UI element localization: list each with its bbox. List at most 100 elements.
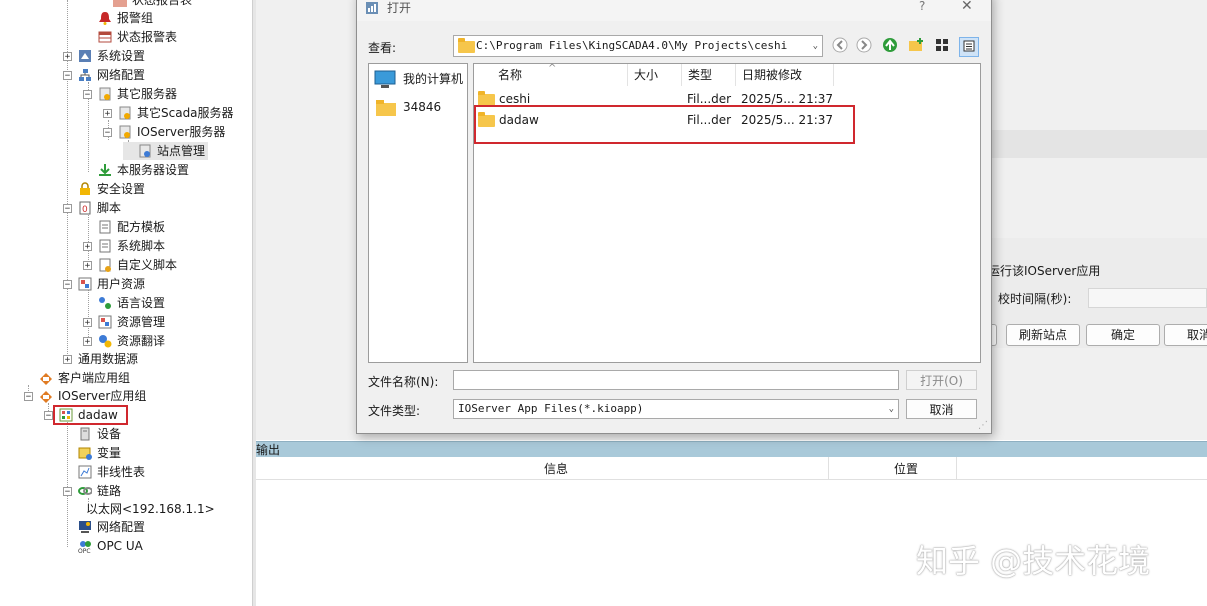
col-position[interactable]: 位置 — [894, 460, 918, 477]
expand-toggle[interactable]: + — [83, 336, 92, 346]
output-pane-title: 输出 — [256, 441, 1207, 458]
tree-item-other-servers[interactable]: − 其它服务器 — [83, 85, 177, 103]
expand-toggle[interactable]: + — [103, 108, 112, 118]
tree-item-local-server-settings[interactable]: 本服务器设置 — [83, 161, 189, 179]
col-header-name[interactable]: 名称 ^ — [474, 63, 628, 86]
tree-item-variables[interactable]: 变量 — [63, 444, 121, 462]
tree-item-opc-ua[interactable]: OPC OPC UA — [63, 537, 143, 555]
new-folder-button[interactable] — [907, 37, 925, 55]
resize-grip-icon[interactable]: ⋰ — [978, 420, 988, 431]
ok-button[interactable]: 确定 — [1086, 324, 1160, 346]
file-list[interactable]: 名称 ^ 大小 类型 日期被修改 ceshi Fil...der 2025/5..… — [473, 63, 981, 363]
tree-item-other-scada-servers[interactable]: + 其它Scada服务器 — [103, 104, 234, 122]
tree-item-network-config[interactable]: − 网络配置 — [63, 66, 145, 84]
collapse-toggle[interactable]: − — [63, 486, 72, 496]
tree-item-scripts[interactable]: −0 脚本 — [63, 199, 121, 217]
script-icon: 0 — [78, 201, 92, 215]
device-icon — [78, 427, 92, 441]
document-icon — [98, 239, 112, 253]
collapse-toggle[interactable]: − — [103, 127, 112, 137]
expand-toggle[interactable]: + — [83, 241, 92, 251]
tree-item-site-management[interactable]: 站点管理 — [123, 142, 209, 160]
tree-item-nonlinear-table[interactable]: 非线性表 — [63, 463, 145, 481]
tree-item-custom-scripts[interactable]: + 自定义脚本 — [83, 256, 177, 274]
filetype-label: 文件类型: — [368, 404, 421, 418]
look-in-combo[interactable]: C:\Program Files\KingSCADA4.0\My Project… — [453, 35, 823, 57]
refresh-sites-button[interactable]: 刷新站点 — [1006, 324, 1080, 346]
collapse-toggle[interactable]: − — [63, 279, 72, 289]
tree-item-language-settings[interactable]: 语言设置 — [83, 294, 165, 312]
tree-item-ethernet[interactable]: 以太网<192.168.1.1> — [83, 500, 215, 518]
tree-item-system-scripts[interactable]: + 系统脚本 — [83, 237, 165, 255]
tree-item-system-settings[interactable]: + 系统设置 — [63, 47, 145, 65]
selection-highlight — [474, 105, 855, 144]
tree-item-network-config-2[interactable]: 网络配置 — [63, 518, 145, 536]
watermark: 知乎 @技术花境 — [916, 542, 1151, 580]
tree-item-devices[interactable]: 设备 — [63, 425, 121, 443]
tree-item-security-settings[interactable]: 安全设置 — [63, 180, 145, 198]
output-table-header: 信息 位置 — [256, 457, 1207, 480]
col-header-type[interactable]: 类型 — [682, 64, 736, 86]
close-button[interactable]: ✕ — [961, 0, 973, 14]
collapse-toggle[interactable]: − — [24, 391, 33, 401]
project-tree[interactable]: 状态报告表 报警组 状态报警表 + 系统设置 − 网络配置 − 其它服务器 + … — [0, 0, 252, 606]
tree-item-status-report[interactable]: 状态报告表 — [98, 0, 192, 9]
link-icon — [78, 484, 93, 498]
col-header-modified[interactable]: 日期被修改 — [736, 64, 834, 86]
recipe-icon — [98, 220, 112, 234]
sync-interval-input[interactable] — [1088, 288, 1207, 308]
list-view-button[interactable] — [933, 37, 951, 55]
app-icon — [365, 1, 379, 15]
run-ioserver-checkbox-label[interactable]: 运行该IOServer应用 — [988, 262, 1100, 279]
server-icon — [118, 106, 132, 120]
tree-item-ioserver-app-group[interactable]: − IOServer应用组 — [24, 387, 146, 405]
tree-item-common-datasource[interactable]: + 通用数据源 — [63, 350, 138, 368]
tree-item-resource-management[interactable]: + 资源管理 — [83, 313, 165, 331]
up-folder-button[interactable] — [881, 37, 899, 55]
folder-icon — [375, 99, 397, 124]
cancel-button[interactable]: 取消 — [1164, 324, 1207, 346]
expand-toggle[interactable]: + — [83, 317, 92, 327]
collapse-toggle[interactable]: − — [83, 89, 92, 99]
expand-toggle[interactable]: + — [83, 260, 92, 270]
col-info[interactable]: 信息 — [544, 460, 568, 477]
svg-text:0: 0 — [82, 205, 88, 215]
tree-item-alarm-group[interactable]: 报警组 — [83, 9, 153, 27]
tree-item-client-app-group[interactable]: 客户端应用组 — [24, 369, 130, 387]
custom-script-icon — [98, 258, 112, 272]
opc-icon: OPC — [78, 539, 92, 555]
settings-icon — [78, 49, 92, 63]
dialog-cancel-button[interactable]: 取消 — [906, 399, 977, 419]
dialog-title: 打开 — [387, 1, 412, 15]
dialog-titlebar[interactable]: 打开 ? ✕ — [357, 0, 991, 21]
table-icon — [98, 30, 112, 44]
detail-view-button[interactable] — [959, 37, 979, 57]
server-settings-icon — [98, 163, 112, 177]
filetype-combo[interactable]: IOServer App Files(*.kioapp) ⌄ — [453, 399, 899, 419]
sort-ascending-icon: ^ — [548, 63, 557, 74]
tree-item-recipe-templates[interactable]: 配方模板 — [83, 218, 165, 236]
svg-text:OPC: OPC — [78, 548, 91, 553]
server-icon — [138, 144, 152, 158]
tree-item-ioserver-servers[interactable]: − IOServer服务器 — [103, 123, 225, 141]
section-header — [990, 130, 1207, 158]
app-group-icon — [39, 389, 53, 403]
tree-item-status-alarm-table[interactable]: 状态报警表 — [83, 28, 177, 46]
tree-item-links[interactable]: − 链路 — [63, 482, 121, 500]
collapse-toggle[interactable]: − — [63, 70, 72, 80]
tree-item-resource-translation[interactable]: + 资源翻译 — [83, 332, 165, 350]
sync-interval-label: 校时间隔(秒): — [998, 292, 1072, 306]
resource-icon — [98, 315, 112, 329]
filename-input[interactable] — [453, 370, 899, 390]
expand-toggle[interactable]: + — [63, 51, 72, 61]
forward-button[interactable] — [855, 37, 873, 55]
language-icon — [98, 296, 112, 310]
back-button[interactable] — [831, 37, 849, 55]
col-header-size[interactable]: 大小 — [628, 64, 682, 86]
expand-toggle[interactable]: + — [63, 354, 72, 364]
tree-item-user-resources[interactable]: − 用户资源 — [63, 275, 145, 293]
open-button[interactable]: 打开(O) — [906, 370, 977, 390]
help-button[interactable]: ? — [919, 0, 925, 13]
collapse-toggle[interactable]: − — [44, 410, 53, 420]
collapse-toggle[interactable]: − — [63, 203, 72, 213]
